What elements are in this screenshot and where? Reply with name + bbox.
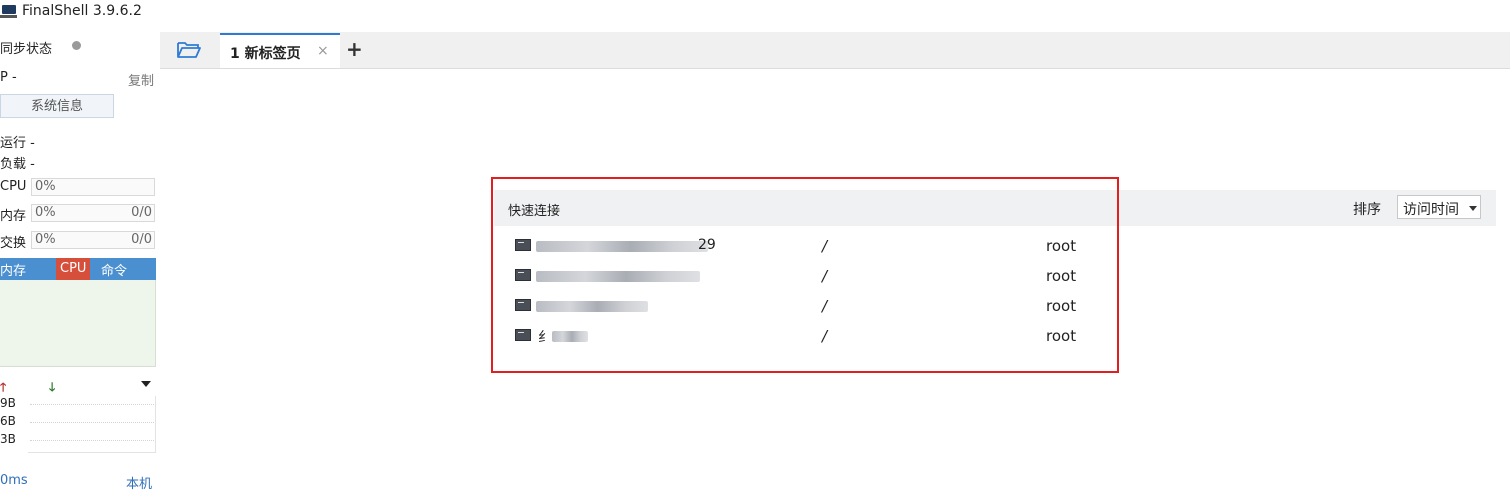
cpu-meter-value: 0% xyxy=(35,179,56,194)
title-bar: FinalShell 3.9.6.2 xyxy=(0,0,1510,24)
latency-value: 0ms xyxy=(0,473,28,488)
tab-process-cpu[interactable]: CPU xyxy=(56,258,91,280)
network-graph: 9B 6B 3B xyxy=(0,396,156,453)
finalshell-app-icon xyxy=(0,5,17,18)
network-direction-row: 🡑 🡓 xyxy=(0,377,156,394)
process-list[interactable] xyxy=(0,280,156,367)
highlight-box xyxy=(491,177,1119,373)
tab-strip: 1 新标签页 × + xyxy=(160,32,1510,69)
load-label: 负载 - xyxy=(0,157,35,172)
swap-meter: 交换 0% 0/0 xyxy=(0,231,156,251)
sort-label: 排序 xyxy=(1353,202,1381,218)
cpu-meter-label: CPU xyxy=(0,179,27,194)
network-scale-label: 3B xyxy=(0,432,16,446)
uptime-label: 运行 - xyxy=(0,136,35,151)
add-tab-icon[interactable]: + xyxy=(346,37,363,61)
system-info-button[interactable]: 系统信息 xyxy=(0,94,114,118)
network-scale-label: 9B xyxy=(0,396,16,410)
chevron-down-icon xyxy=(1469,206,1477,211)
copy-ip-button[interactable]: 复制 xyxy=(128,70,154,89)
swap-meter-label: 交换 xyxy=(0,236,27,251)
graph-gridline xyxy=(30,440,154,441)
cpu-meter: CPU 0% xyxy=(0,178,156,197)
swap-meter-total: 0/0 xyxy=(131,232,152,247)
network-scale-label: 6B xyxy=(0,414,16,428)
sort-select[interactable]: 访问时间 xyxy=(1397,195,1481,219)
open-folder-icon[interactable] xyxy=(176,40,202,60)
tab-new-tab[interactable]: 1 新标签页 × xyxy=(220,33,340,68)
network-interface-dropdown-icon[interactable] xyxy=(141,381,151,387)
graph-gridline xyxy=(30,404,154,405)
swap-meter-value: 0% xyxy=(35,232,56,247)
window-title: FinalShell 3.9.6.2 xyxy=(22,3,142,19)
tab-process-command[interactable]: 命令 xyxy=(101,260,127,279)
sidebar: 同步状态 P - 复制 系统信息 运行 - 负载 - CPU 0% 内存 0% … xyxy=(0,32,158,492)
sort-value: 访问时间 xyxy=(1403,202,1459,218)
local-label[interactable]: 本机 xyxy=(126,473,152,492)
memory-meter-value: 0% xyxy=(35,205,56,220)
tab-process-memory[interactable]: 内存 xyxy=(0,260,26,279)
close-icon[interactable]: × xyxy=(317,43,329,59)
sync-status-dot-icon xyxy=(72,41,81,50)
memory-meter: 内存 0% 0/0 xyxy=(0,204,156,224)
memory-meter-label: 内存 xyxy=(0,209,27,224)
tab-label: 1 新标签页 xyxy=(230,46,301,62)
graph-gridline xyxy=(30,422,154,423)
process-tabs: 内存 CPU 命令 xyxy=(0,258,156,280)
memory-meter-total: 0/0 xyxy=(131,205,152,220)
